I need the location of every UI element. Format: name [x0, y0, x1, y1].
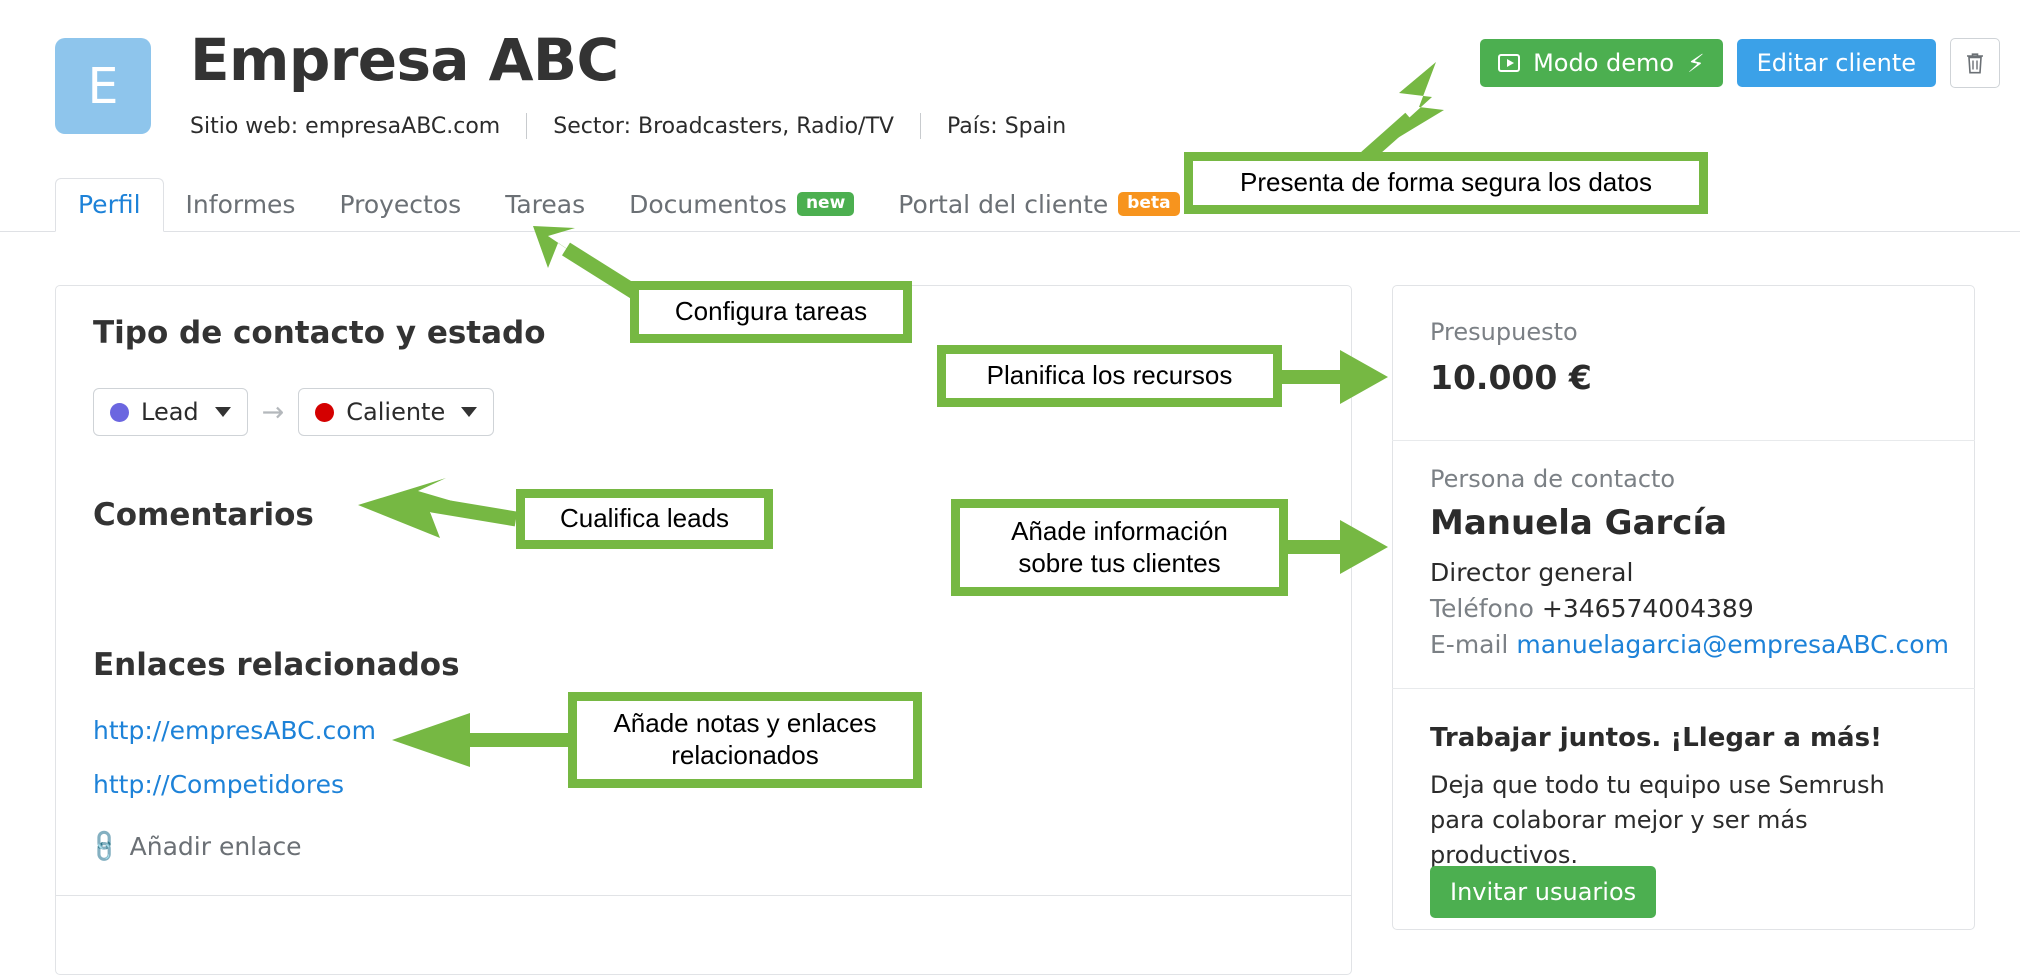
- meta-sector: Sector: Broadcasters, Radio/TV: [553, 113, 894, 139]
- header-divider: [0, 231, 2020, 232]
- contact-status-select[interactable]: Caliente: [298, 388, 495, 436]
- tab-informes[interactable]: Informes: [164, 178, 318, 232]
- status-color-dot: [315, 402, 335, 422]
- tab-label: Documentos: [629, 189, 787, 219]
- card-section-divider: [55, 895, 1352, 896]
- badge-new: new: [796, 192, 855, 216]
- chevron-down-icon: [214, 407, 231, 417]
- tab-portal-del-cliente[interactable]: Portal del cliente beta: [876, 178, 1201, 232]
- callout-planifica-recursos: Planifica los recursos: [937, 345, 1282, 407]
- tab-proyectos[interactable]: Proyectos: [317, 178, 483, 232]
- tab-label: Proyectos: [339, 189, 462, 219]
- related-link[interactable]: http://empresABC.com: [93, 716, 376, 745]
- tab-label: Portal del cliente: [898, 189, 1109, 219]
- callout-anade-notas: Añade notas y enlaces relacionados: [568, 692, 922, 788]
- badge-beta: beta: [1118, 192, 1180, 216]
- link-icon: 🔗: [85, 827, 124, 867]
- page-title: Empresa ABC: [190, 26, 619, 94]
- contact-person-label: Persona de contacto: [1430, 465, 1676, 493]
- budget-value: 10.000 €: [1430, 358, 1592, 397]
- company-meta: Sitio web: empresaABC.com Sector: Broadc…: [190, 113, 1066, 139]
- arrow-to-tareas-tab: [533, 226, 640, 300]
- tab-label: Tareas: [505, 189, 586, 219]
- chevron-down-icon: [461, 407, 478, 417]
- delete-button[interactable]: [1950, 38, 2000, 88]
- comments-heading: Comentarios: [93, 497, 314, 533]
- meta-divider: [919, 113, 921, 139]
- callout-configura-tareas: Configura tareas: [630, 281, 912, 343]
- demo-mode-label: Modo demo: [1533, 49, 1675, 77]
- meta-divider: [526, 113, 528, 139]
- callout-text: Presenta de forma segura los datos: [1240, 167, 1652, 198]
- phone-label: Teléfono: [1430, 594, 1534, 623]
- contact-status-value: Caliente: [346, 398, 446, 426]
- type-color-dot: [110, 402, 129, 422]
- callout-anade-informacion: Añade información sobre tus clientes: [951, 499, 1288, 596]
- contact-type-value: Lead: [141, 398, 199, 426]
- meta-country: País: Spain: [946, 113, 1067, 139]
- callout-text: Planifica los recursos: [986, 360, 1233, 391]
- callout-cualifica-leads: Cualifica leads: [516, 489, 773, 549]
- email-row: E-mail manuelagarcia@empresaABC.com: [1430, 630, 1949, 659]
- email-label: E-mail: [1430, 630, 1509, 659]
- callout-text: Cualifica leads: [559, 503, 730, 534]
- add-link-label: Añadir enlace: [129, 832, 302, 861]
- callout-presenta-datos: Presenta de forma segura los datos: [1184, 152, 1708, 214]
- related-links-heading: Enlaces relacionados: [93, 647, 460, 683]
- callout-text: Configura tareas: [674, 296, 868, 327]
- tab-tareas[interactable]: Tareas: [483, 178, 607, 232]
- tab-documentos[interactable]: Documentos new: [607, 178, 876, 232]
- callout-text: Añade información sobre tus clientes: [1011, 515, 1228, 578]
- play-icon: [1498, 54, 1521, 72]
- contact-type-select[interactable]: Lead: [93, 388, 248, 436]
- phone-row: Teléfono +346574004389: [1430, 594, 1754, 623]
- meta-website: Sitio web: empresaABC.com: [190, 113, 501, 139]
- contact-type-heading: Tipo de contacto y estado: [93, 315, 546, 351]
- contact-person-name: Manuela García: [1430, 503, 1728, 543]
- sidebar-divider: [1392, 688, 1975, 689]
- email-value[interactable]: manuelagarcia@empresaABC.com: [1516, 630, 1949, 659]
- phone-value: +346574004389: [1541, 594, 1754, 623]
- avatar: E: [55, 38, 151, 134]
- tab-label: Informes: [185, 189, 296, 219]
- contact-status-row: Lead → Caliente: [93, 388, 495, 436]
- tab-label: Perfil: [78, 189, 141, 219]
- tab-perfil[interactable]: Perfil: [55, 178, 164, 232]
- edit-client-label: Editar cliente: [1756, 49, 1916, 77]
- transition-arrow-icon: →: [261, 396, 285, 428]
- promo-body: Deja que todo tu equipo use Semrush para…: [1430, 771, 1885, 869]
- header-actions: Modo demo ⚡ Editar cliente: [1480, 38, 2000, 88]
- invite-users-button[interactable]: Invitar usuarios: [1430, 866, 1657, 918]
- page-header: E Empresa ABC Sitio web: empresaABC.com …: [0, 0, 2020, 232]
- related-link[interactable]: http://Competidores: [93, 770, 344, 799]
- sidebar-divider: [1392, 440, 1975, 441]
- add-link-button[interactable]: 🔗 Añadir enlace: [85, 828, 302, 867]
- callout-text: Añade notas y enlaces relacionados: [613, 708, 877, 770]
- demo-mode-button[interactable]: Modo demo ⚡: [1480, 39, 1723, 87]
- tab-bar: Perfil Informes Proyectos Tareas Documen…: [55, 178, 1202, 232]
- trash-icon: [1967, 53, 1983, 74]
- bolt-icon: ⚡: [1687, 48, 1705, 78]
- promo-title: Trabajar juntos. ¡Llegar a más!: [1430, 723, 1882, 753]
- budget-label: Presupuesto: [1430, 318, 1578, 346]
- edit-client-button[interactable]: Editar cliente: [1736, 39, 1936, 87]
- contact-person-role: Director general: [1430, 558, 1634, 587]
